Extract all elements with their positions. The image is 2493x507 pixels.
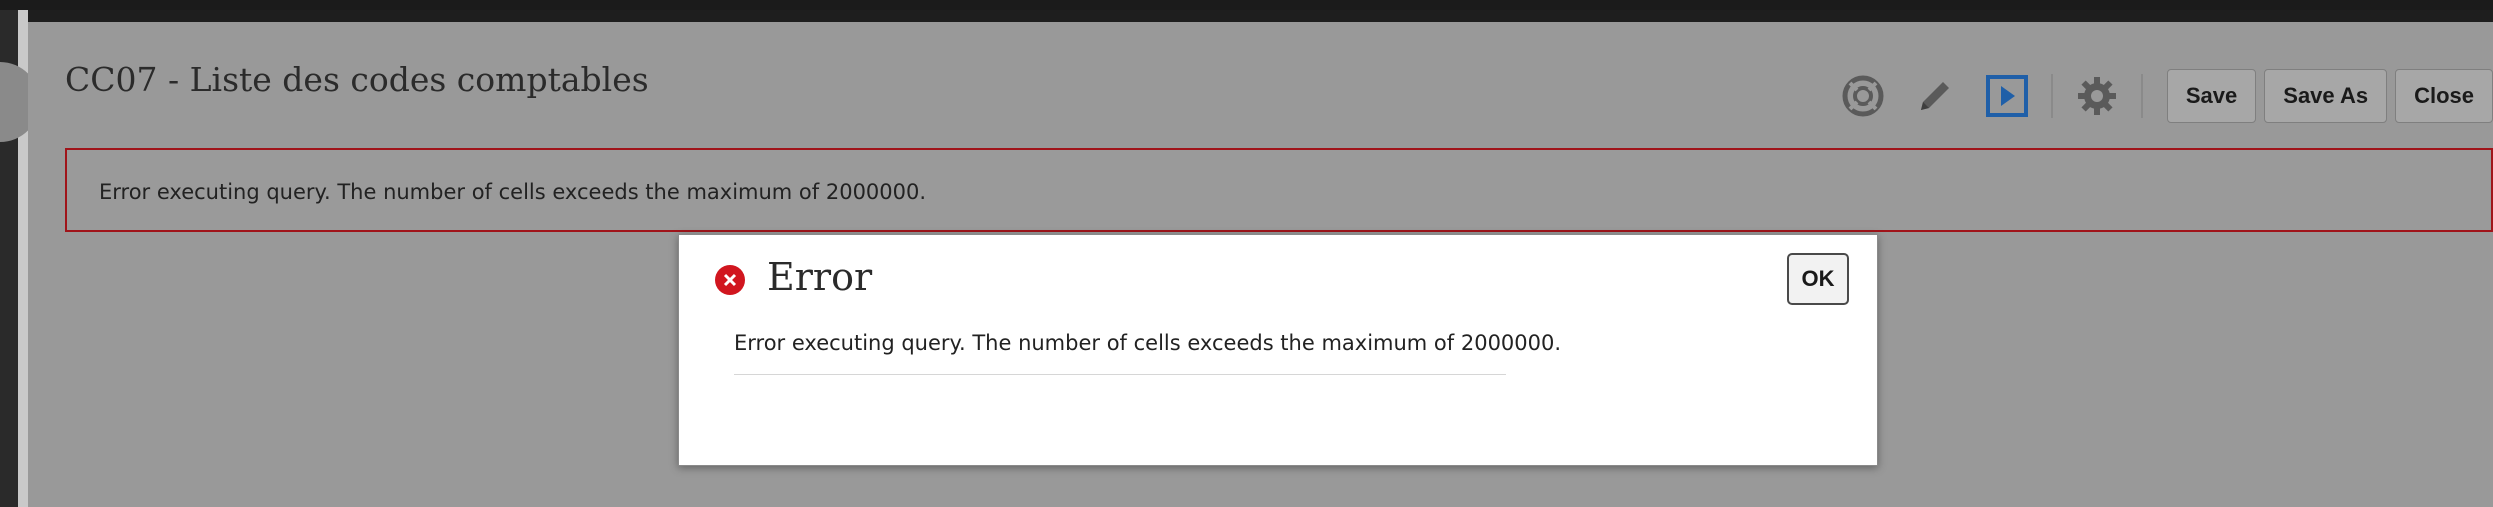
gear-icon[interactable] [2069, 68, 2125, 124]
error-banner: Error executing query. The number of cel… [65, 148, 2493, 232]
dialog-title: Error [767, 255, 873, 299]
toolbar-separator [2140, 74, 2143, 118]
page-title: CC07 - Liste des codes comptables [65, 60, 649, 99]
save-as-button[interactable]: Save As [2264, 69, 2388, 123]
window-top-bar [0, 0, 2493, 10]
toolbar-separator [2050, 74, 2053, 118]
error-dialog: Error OK Error executing query. The numb… [678, 234, 1878, 466]
error-banner-message: Error executing query. The number of cel… [99, 180, 927, 204]
lifebuoy-icon[interactable] [1835, 68, 1891, 124]
error-icon [715, 265, 745, 295]
close-button[interactable]: Close [2395, 69, 2493, 123]
ok-button[interactable]: OK [1787, 253, 1849, 305]
divider [734, 374, 1506, 375]
pencil-icon[interactable] [1907, 68, 1963, 124]
toolbar: Save Save As Close [1835, 66, 2493, 126]
save-button[interactable]: Save [2166, 69, 2257, 123]
play-icon[interactable] [1979, 68, 2035, 124]
dialog-message: Error executing query. The number of cel… [734, 331, 1562, 355]
